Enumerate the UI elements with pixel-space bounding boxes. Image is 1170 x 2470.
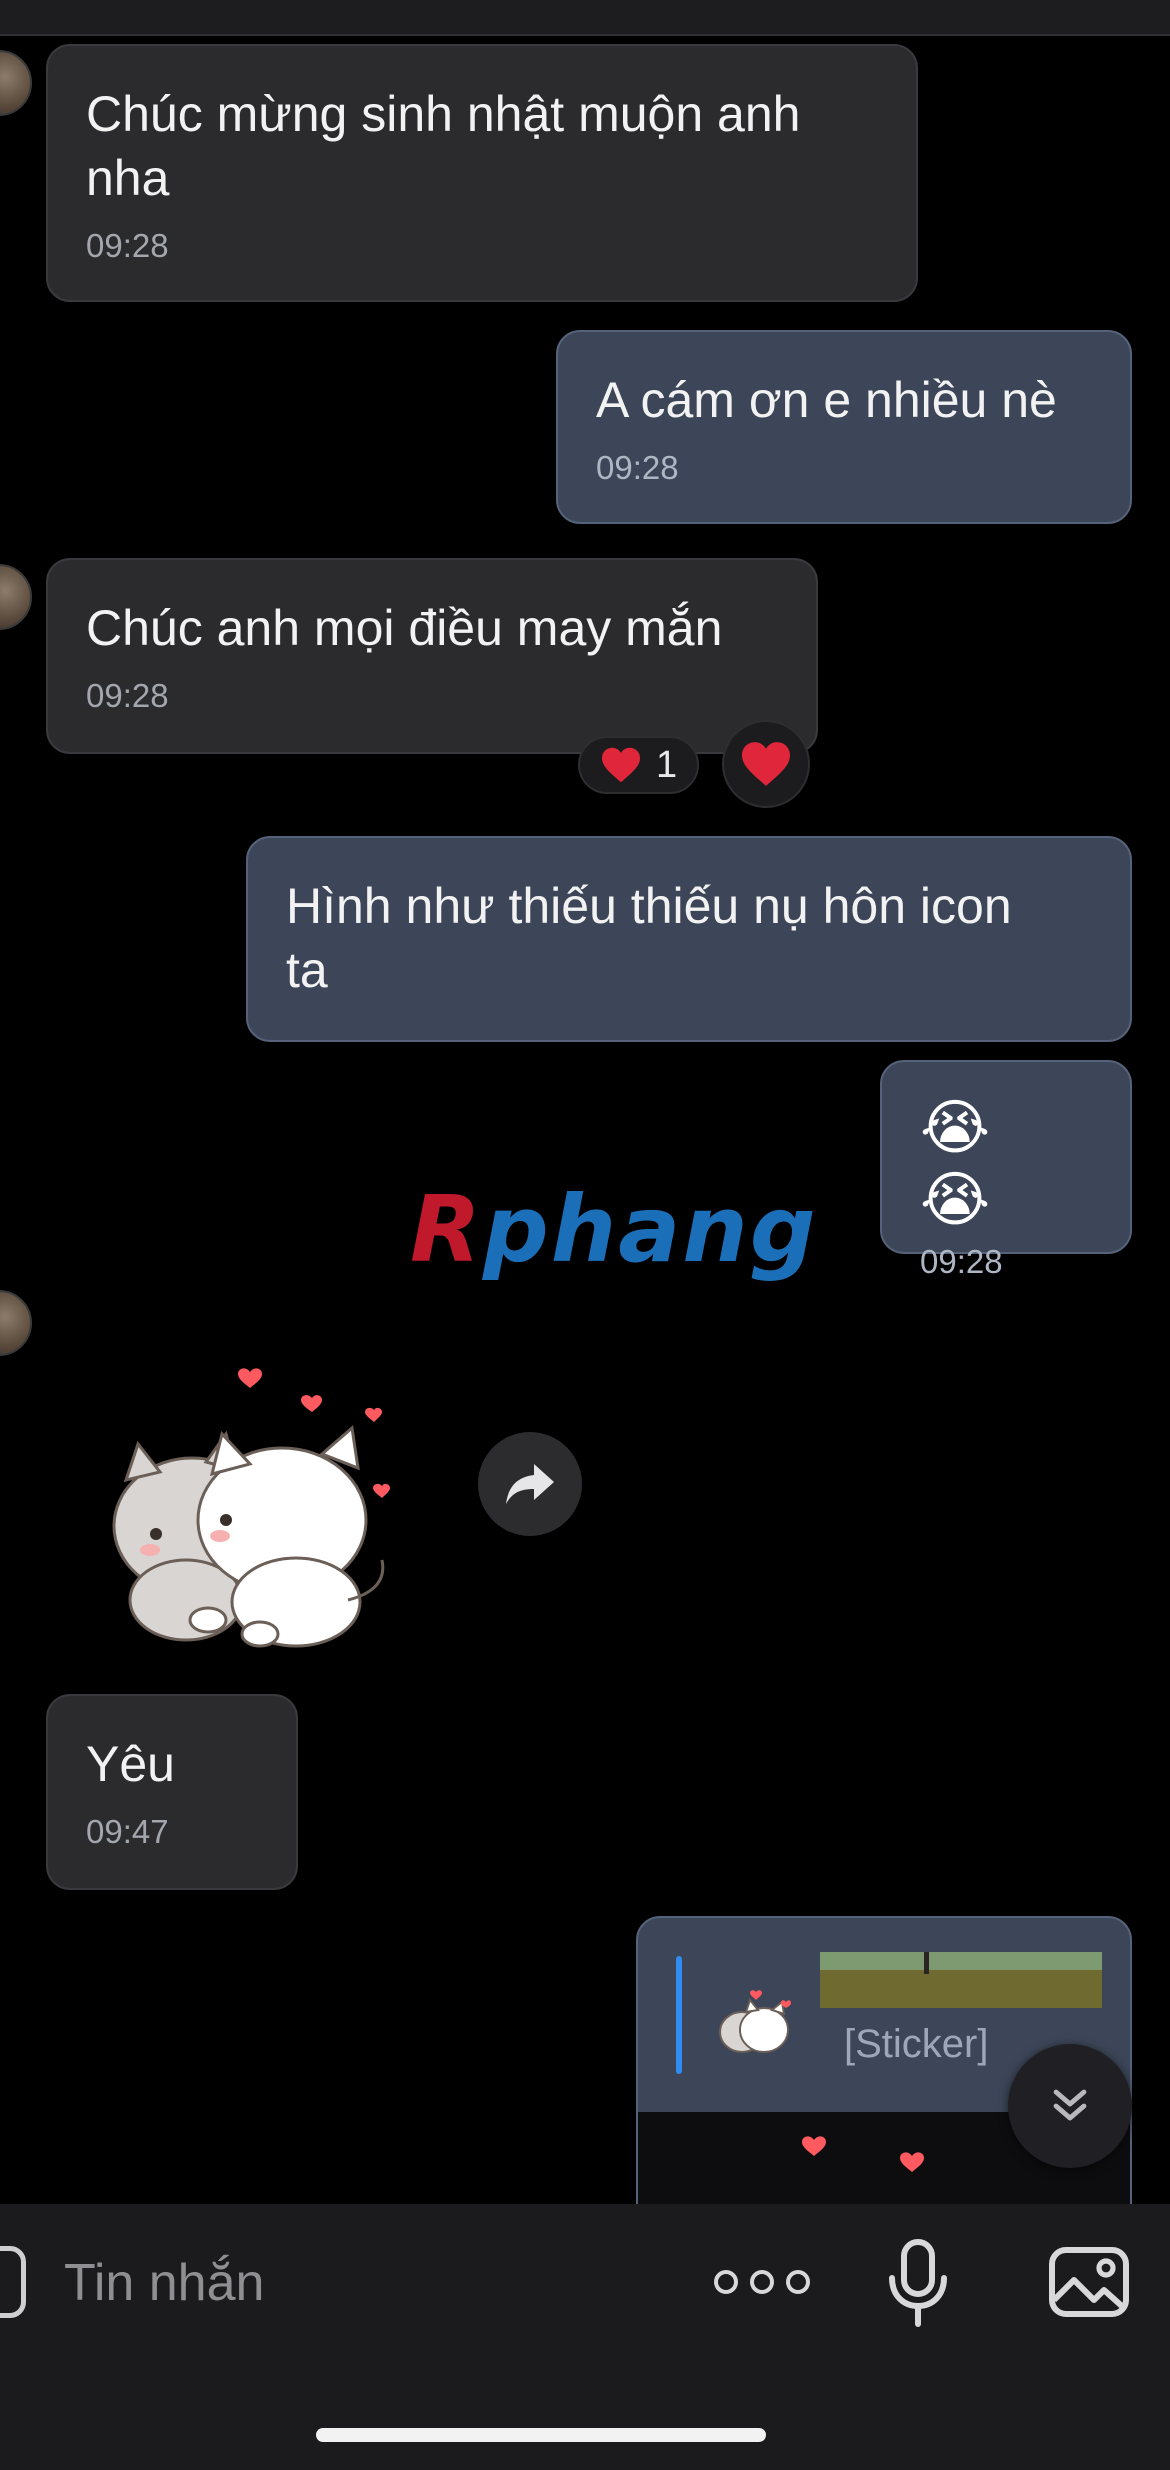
message-time: 09:28 xyxy=(596,449,679,486)
reaction-count: 1 xyxy=(656,743,678,786)
heart-icon xyxy=(742,742,790,786)
message-text: A cám ơn e nhiều nè xyxy=(596,372,1057,428)
message-time: 09:28 xyxy=(920,1243,1003,1280)
reaction-count-badge[interactable]: 1 xyxy=(578,736,700,794)
sticker-button[interactable] xyxy=(0,2246,26,2318)
message-text: Yêu xyxy=(86,1736,175,1792)
scroll-down-icon xyxy=(1053,2089,1087,2121)
image-button[interactable] xyxy=(1048,2246,1130,2318)
more-button[interactable] xyxy=(714,2252,810,2312)
heart-icon xyxy=(602,747,640,783)
chat-screen: Chúc mừng sinh nhật muộn anh nha 09:28 A… xyxy=(0,0,1170,2470)
message-bubble-outgoing[interactable]: 😭 😭 09:28 xyxy=(880,1060,1132,1280)
home-indicator[interactable] xyxy=(316,2428,766,2442)
scroll-to-bottom-button[interactable] xyxy=(1008,2044,1132,2168)
message-bubble-outgoing[interactable]: Hình như thiếu thiếu nụ hôn icon ta xyxy=(246,836,1132,1042)
avatar[interactable] xyxy=(0,1290,32,1356)
sticker-image[interactable] xyxy=(100,1350,410,1660)
message-time: 09:28 xyxy=(86,677,169,714)
message-text: Chúc anh mọi điều may mắn xyxy=(86,600,723,656)
message-emoji: 😭 😭 xyxy=(920,1094,997,1233)
add-reaction-button[interactable] xyxy=(722,720,810,808)
message-bubble-incoming[interactable]: Chúc mừng sinh nhật muộn anh nha 09:28 xyxy=(46,44,918,302)
message-input[interactable] xyxy=(62,2240,666,2326)
message-bubble-incoming[interactable]: Chúc anh mọi điều may mắn 09:28 xyxy=(46,558,818,754)
microphone-icon xyxy=(889,2239,947,2327)
message-text: Hình như thiếu thiếu nụ hôn icon ta xyxy=(286,878,1012,998)
message-bubble-outgoing[interactable]: A cám ơn e nhiều nè 09:28 xyxy=(556,330,1132,524)
reply-sticker-thumbnail xyxy=(719,1990,791,2053)
microphone-button[interactable] xyxy=(886,2238,950,2328)
reply-label: [Sticker] xyxy=(844,2022,989,2066)
header-bar xyxy=(0,0,1170,36)
reply-accent-bar xyxy=(676,1956,682,2074)
message-time: 09:28 xyxy=(86,227,169,264)
image-icon xyxy=(1049,2247,1129,2317)
reply-photo-thumbnail xyxy=(820,1952,1102,2008)
message-text: Chúc mừng sinh nhật muộn anh nha xyxy=(86,86,801,206)
avatar[interactable] xyxy=(0,564,32,630)
share-button[interactable] xyxy=(478,1432,582,1536)
message-bubble-incoming[interactable]: Yêu 09:47 xyxy=(46,1694,298,1890)
more-icon xyxy=(714,2270,738,2294)
share-icon xyxy=(506,1464,554,1504)
message-time: 09:47 xyxy=(86,1813,169,1850)
avatar[interactable] xyxy=(0,50,32,116)
watermark-logo: Rphang xyxy=(410,1176,818,1283)
